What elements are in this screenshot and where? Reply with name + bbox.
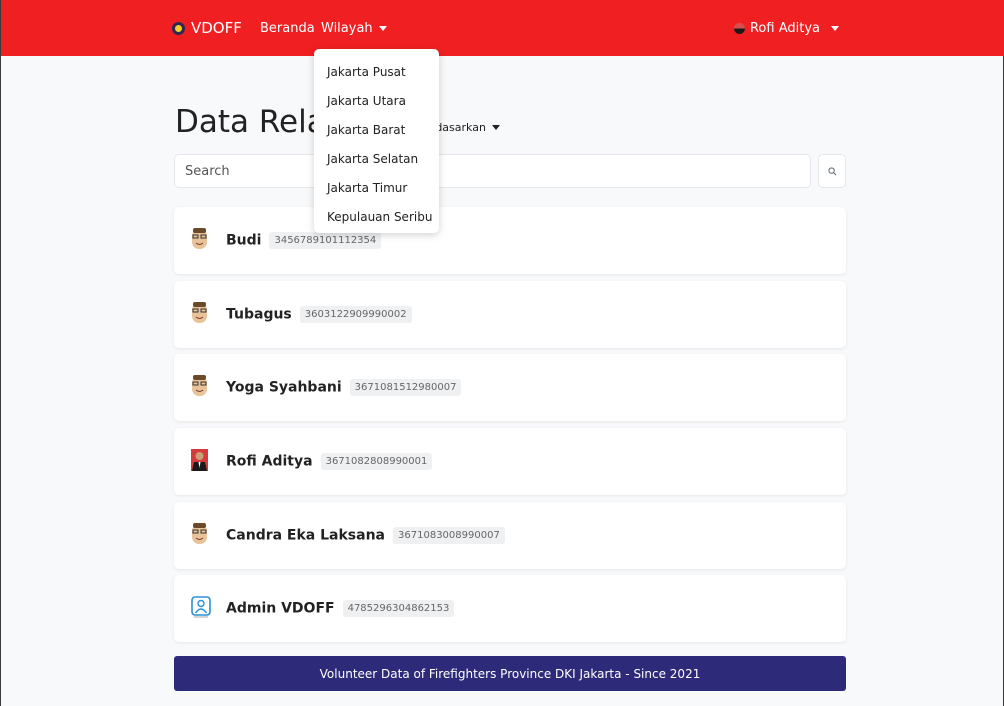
volunteer-card[interactable]: Yoga Syahbani 3671081512980007 xyxy=(174,354,846,421)
app-frame: VDOFF Beranda Wilayah Rofi Aditya Data R… xyxy=(0,0,1004,706)
search-input[interactable] xyxy=(174,154,811,188)
dropdown-item-jakarta-pusat[interactable]: Jakarta Pusat xyxy=(314,58,439,87)
cartoon-face-avatar-icon xyxy=(192,302,207,323)
sort-dropdown-label: rdasarkan xyxy=(431,120,486,134)
wilayah-dropdown-menu: Jakarta Pusat Jakarta Utara Jakarta Bara… xyxy=(314,49,439,233)
dropdown-item-jakarta-timur[interactable]: Jakarta Timur xyxy=(314,174,439,203)
volunteer-card[interactable]: Admin VDOFF 4785296304862153 xyxy=(174,575,846,642)
cartoon-face-avatar-icon xyxy=(192,375,207,396)
volunteer-name: Budi xyxy=(226,232,262,249)
volunteer-name: Tubagus xyxy=(226,306,292,323)
nik-badge: 3671082808990001 xyxy=(320,453,433,470)
volunteer-card[interactable]: Candra Eka Laksana 3671083008990007 xyxy=(174,502,846,569)
nav-dropdown-wilayah-label: Wilayah xyxy=(321,20,373,36)
nik-badge: 4785296304862153 xyxy=(342,600,455,617)
nav-link-beranda[interactable]: Beranda xyxy=(260,0,315,56)
dropdown-item-kepulauan-seribu[interactable]: Kepulauan Seribu xyxy=(314,203,439,232)
photo-avatar-icon xyxy=(191,449,208,471)
search-icon xyxy=(827,166,836,175)
brand[interactable]: VDOFF xyxy=(172,0,242,56)
chevron-down-icon xyxy=(491,124,500,130)
nik-badge: 3603122909990002 xyxy=(299,306,412,323)
dropdown-item-jakarta-barat[interactable]: Jakarta Barat xyxy=(314,116,439,145)
cartoon-face-avatar-icon xyxy=(192,523,207,544)
volunteer-card[interactable]: Tubagus 3603122909990002 xyxy=(174,281,846,348)
cartoon-face-avatar-icon xyxy=(192,228,207,249)
volunteer-name: Yoga Syahbani xyxy=(226,379,342,396)
search-button[interactable] xyxy=(818,154,846,188)
volunteer-card[interactable]: Rofi Aditya 3671082808990001 xyxy=(174,428,846,495)
navbar: VDOFF Beranda Wilayah Rofi Aditya xyxy=(1,0,1004,56)
volunteer-name: Admin VDOFF xyxy=(226,600,335,617)
nav-link-beranda-label: Beranda xyxy=(260,20,315,36)
dropdown-item-jakarta-selatan[interactable]: Jakarta Selatan xyxy=(314,145,439,174)
user-outline-avatar-icon xyxy=(191,596,211,618)
nik-badge: 3456789101112354 xyxy=(269,232,382,249)
chevron-down-icon xyxy=(831,25,839,31)
footer: Volunteer Data of Firefighters Province … xyxy=(174,656,846,691)
user-avatar-icon xyxy=(733,22,745,34)
volunteer-name: Rofi Aditya xyxy=(226,453,313,470)
nik-badge: 3671081512980007 xyxy=(349,379,462,396)
brand-logo-icon xyxy=(172,21,185,35)
brand-name: VDOFF xyxy=(191,19,242,37)
user-name: Rofi Aditya xyxy=(749,20,820,36)
dropdown-item-jakarta-utara[interactable]: Jakarta Utara xyxy=(314,87,439,116)
user-menu[interactable]: Rofi Aditya xyxy=(733,0,839,56)
chevron-down-icon xyxy=(378,25,387,31)
volunteer-name: Candra Eka Laksana xyxy=(226,527,386,544)
volunteer-card[interactable]: Budi 3456789101112354 xyxy=(174,207,846,274)
nav-dropdown-wilayah[interactable]: Wilayah xyxy=(321,0,387,56)
nik-badge: 3671083008990007 xyxy=(393,527,505,544)
sort-dropdown-button[interactable]: rdasarkan xyxy=(431,115,500,139)
